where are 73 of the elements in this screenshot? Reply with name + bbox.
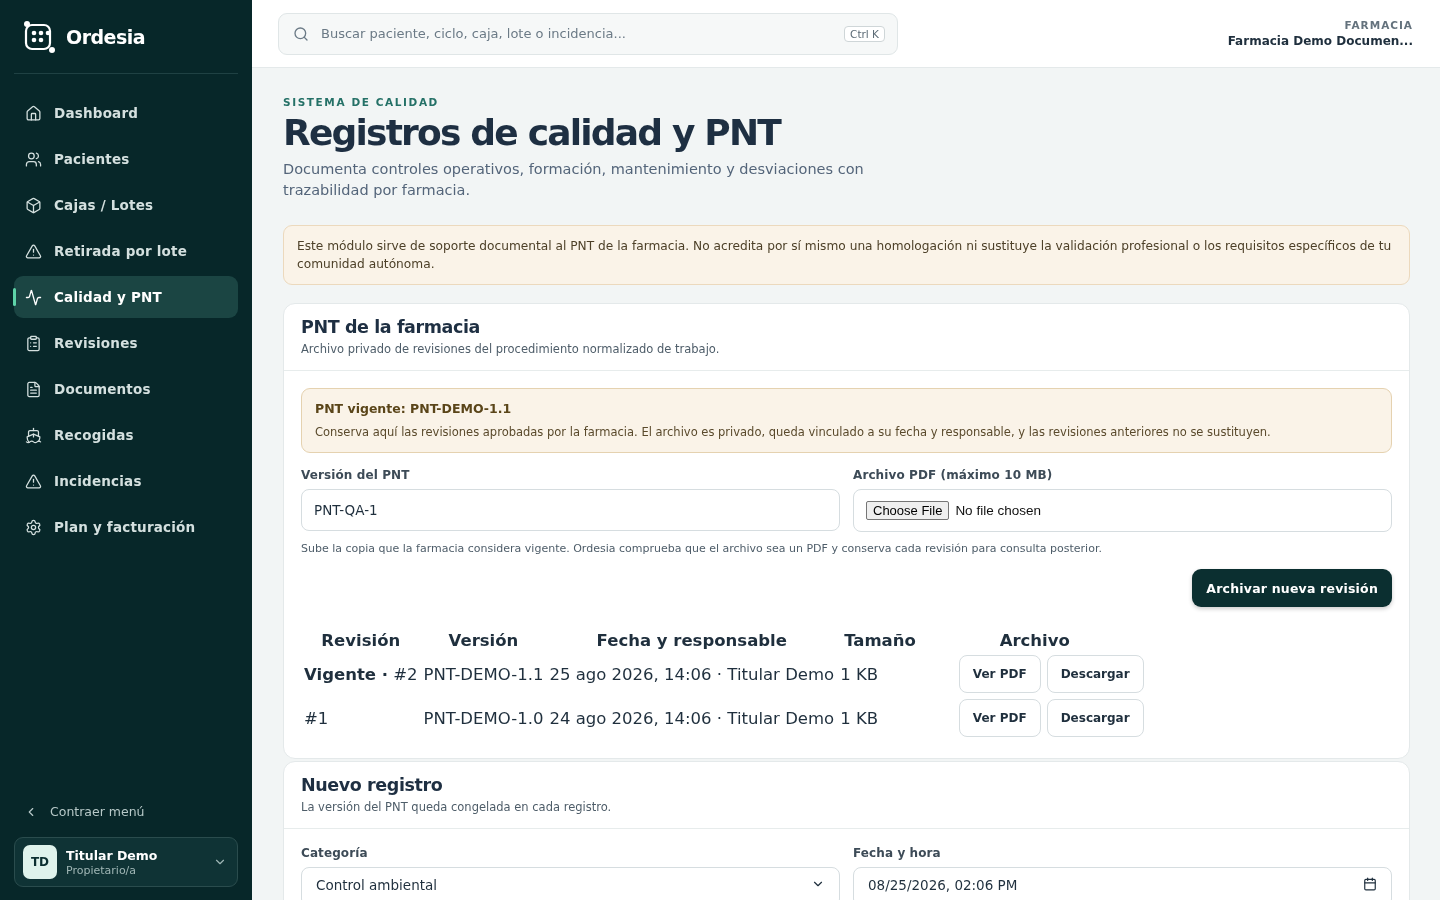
warning-icon (25, 472, 42, 490)
help-text: Sube la copia que la farmacia considera vigente. Ordesia comprueba que el archivo sea un PDF y conserva cada revisión para consulta posterior. (301, 542, 1103, 556)
user-card[interactable]: TD Titular Demo Propietario/a (14, 837, 238, 887)
users-icon (25, 150, 42, 168)
clipboard-icon (25, 334, 42, 352)
column-header: Revisión (320, 630, 402, 653)
search-icon (293, 25, 309, 42)
user-name: Titular Demo (66, 847, 159, 863)
table-cell-text: Vigente · #2 (303, 663, 419, 686)
nav-item[interactable]: Dashboard (14, 92, 238, 134)
notice: Este módulo sirve de soporte documental al PNT de la farmacia. No acredita por sí mismo una homologación ni sustituye la validación profesional o los requisitos específicos de tu comunidad autónoma. (283, 225, 1410, 286)
collapse-menu-button[interactable]: Contraer menú (14, 804, 238, 819)
brand-name: Ordesia (66, 25, 146, 48)
file-input[interactable]: Choose File No file chosen (853, 489, 1392, 533)
document-icon (25, 380, 42, 398)
user-role: Propietario/a (66, 863, 138, 877)
cube-icon (25, 196, 42, 214)
archive-button[interactable]: Archivar nueva revisión (1192, 569, 1392, 608)
table-cell-text: 1 KB (839, 663, 880, 686)
nav-item[interactable]: Plan y facturación (14, 506, 238, 548)
view-pdf-button[interactable]: Ver PDF (958, 699, 1041, 738)
column-header: Tamaño (843, 630, 917, 653)
boat-icon (25, 426, 42, 444)
nav-item[interactable]: Cajas / Lotes (14, 184, 238, 226)
column-header: Fecha y responsable (595, 630, 788, 653)
card-subtitle: Archivo privado de revisiones del procedimiento normalizado de trabajo. (301, 342, 721, 357)
panel-text: Conserva aquí las revisiones aprobadas por la farmacia. El archivo es privado, queda vinculado a su fecha y responsable, y las revisiones anteriores no se sustituyen. (315, 425, 1272, 440)
pharmacy-label: FARMACIA (1343, 19, 1413, 31)
card-title: Nuevo registro (301, 775, 444, 796)
field-label: Versión del PNT (301, 468, 411, 483)
pharmacy-name: Farmacia Demo Documen... (1227, 34, 1413, 48)
logo-icon (22, 19, 56, 54)
table-cell-text: 24 ago 2026, 14:06 · Titular Demo (548, 707, 836, 730)
field-label: Categoría (301, 846, 369, 861)
page-title: Registros de calidad y PNT (283, 112, 782, 154)
panel-title: PNT vigente: PNT-DEMO-1.1 (315, 401, 513, 417)
column-header: Archivo (998, 630, 1071, 653)
card-subtitle: La versión del PNT queda congelada en cada registro. (301, 800, 613, 815)
table-cell-text: 1 KB (839, 707, 880, 730)
field-label: Archivo PDF (máximo 10 MB) (853, 468, 1054, 483)
category-select[interactable]: Control ambiental (301, 867, 840, 900)
search-field[interactable]: Buscar paciente, ciclo, caja, lote o incidencia... Ctrl K (278, 12, 898, 55)
field-label: Fecha y hora (853, 846, 942, 861)
download-button[interactable]: Descargar (1046, 699, 1144, 738)
nav-item[interactable]: Calidad y PNT (14, 276, 238, 318)
card-title: PNT de la farmacia (301, 317, 481, 338)
datetime-input[interactable]: 08/25/2026, 02:06 PM (853, 867, 1392, 900)
table-cell-text: PNT-DEMO-1.0 (422, 707, 545, 730)
page-subtitle: Documenta controles operativos, formación, mantenimiento y desviaciones con trazabilidad por farmacia. (283, 160, 865, 201)
view-pdf-button[interactable]: Ver PDF (958, 655, 1041, 694)
settings-icon (25, 518, 42, 536)
nav-item[interactable]: Revisiones (14, 322, 238, 364)
column-header: Versión (447, 630, 520, 653)
house-icon (25, 104, 42, 122)
warning-icon (25, 242, 42, 260)
avatar: TD (23, 845, 57, 879)
nav-item[interactable]: Documentos (14, 368, 238, 410)
nav-item[interactable]: Pacientes (14, 138, 238, 180)
shortcut-key: Ctrl K (844, 25, 885, 42)
nav-item[interactable]: Recogidas (14, 414, 238, 456)
nav-item[interactable]: Incidencias (14, 460, 238, 502)
table-cell-text: #1 (303, 707, 330, 730)
calendar-icon (1363, 877, 1377, 892)
table-cell-text: PNT-DEMO-1.1 (422, 663, 545, 686)
table-cell-text: 25 ago 2026, 14:06 · Titular Demo (548, 663, 836, 686)
nav-item[interactable]: Retirada por lote (14, 230, 238, 272)
file-status: No file chosen (955, 503, 1041, 519)
version-input[interactable]: PNT-QA-1 (301, 489, 840, 532)
eyebrow: SISTEMA DE CALIDAD (283, 96, 440, 108)
search-placeholder: Buscar paciente, ciclo, caja, lote o incidencia... (321, 26, 627, 41)
pulse-icon (25, 288, 42, 306)
choose-file-button[interactable]: Choose File (866, 501, 950, 521)
download-button[interactable]: Descargar (1046, 655, 1144, 694)
